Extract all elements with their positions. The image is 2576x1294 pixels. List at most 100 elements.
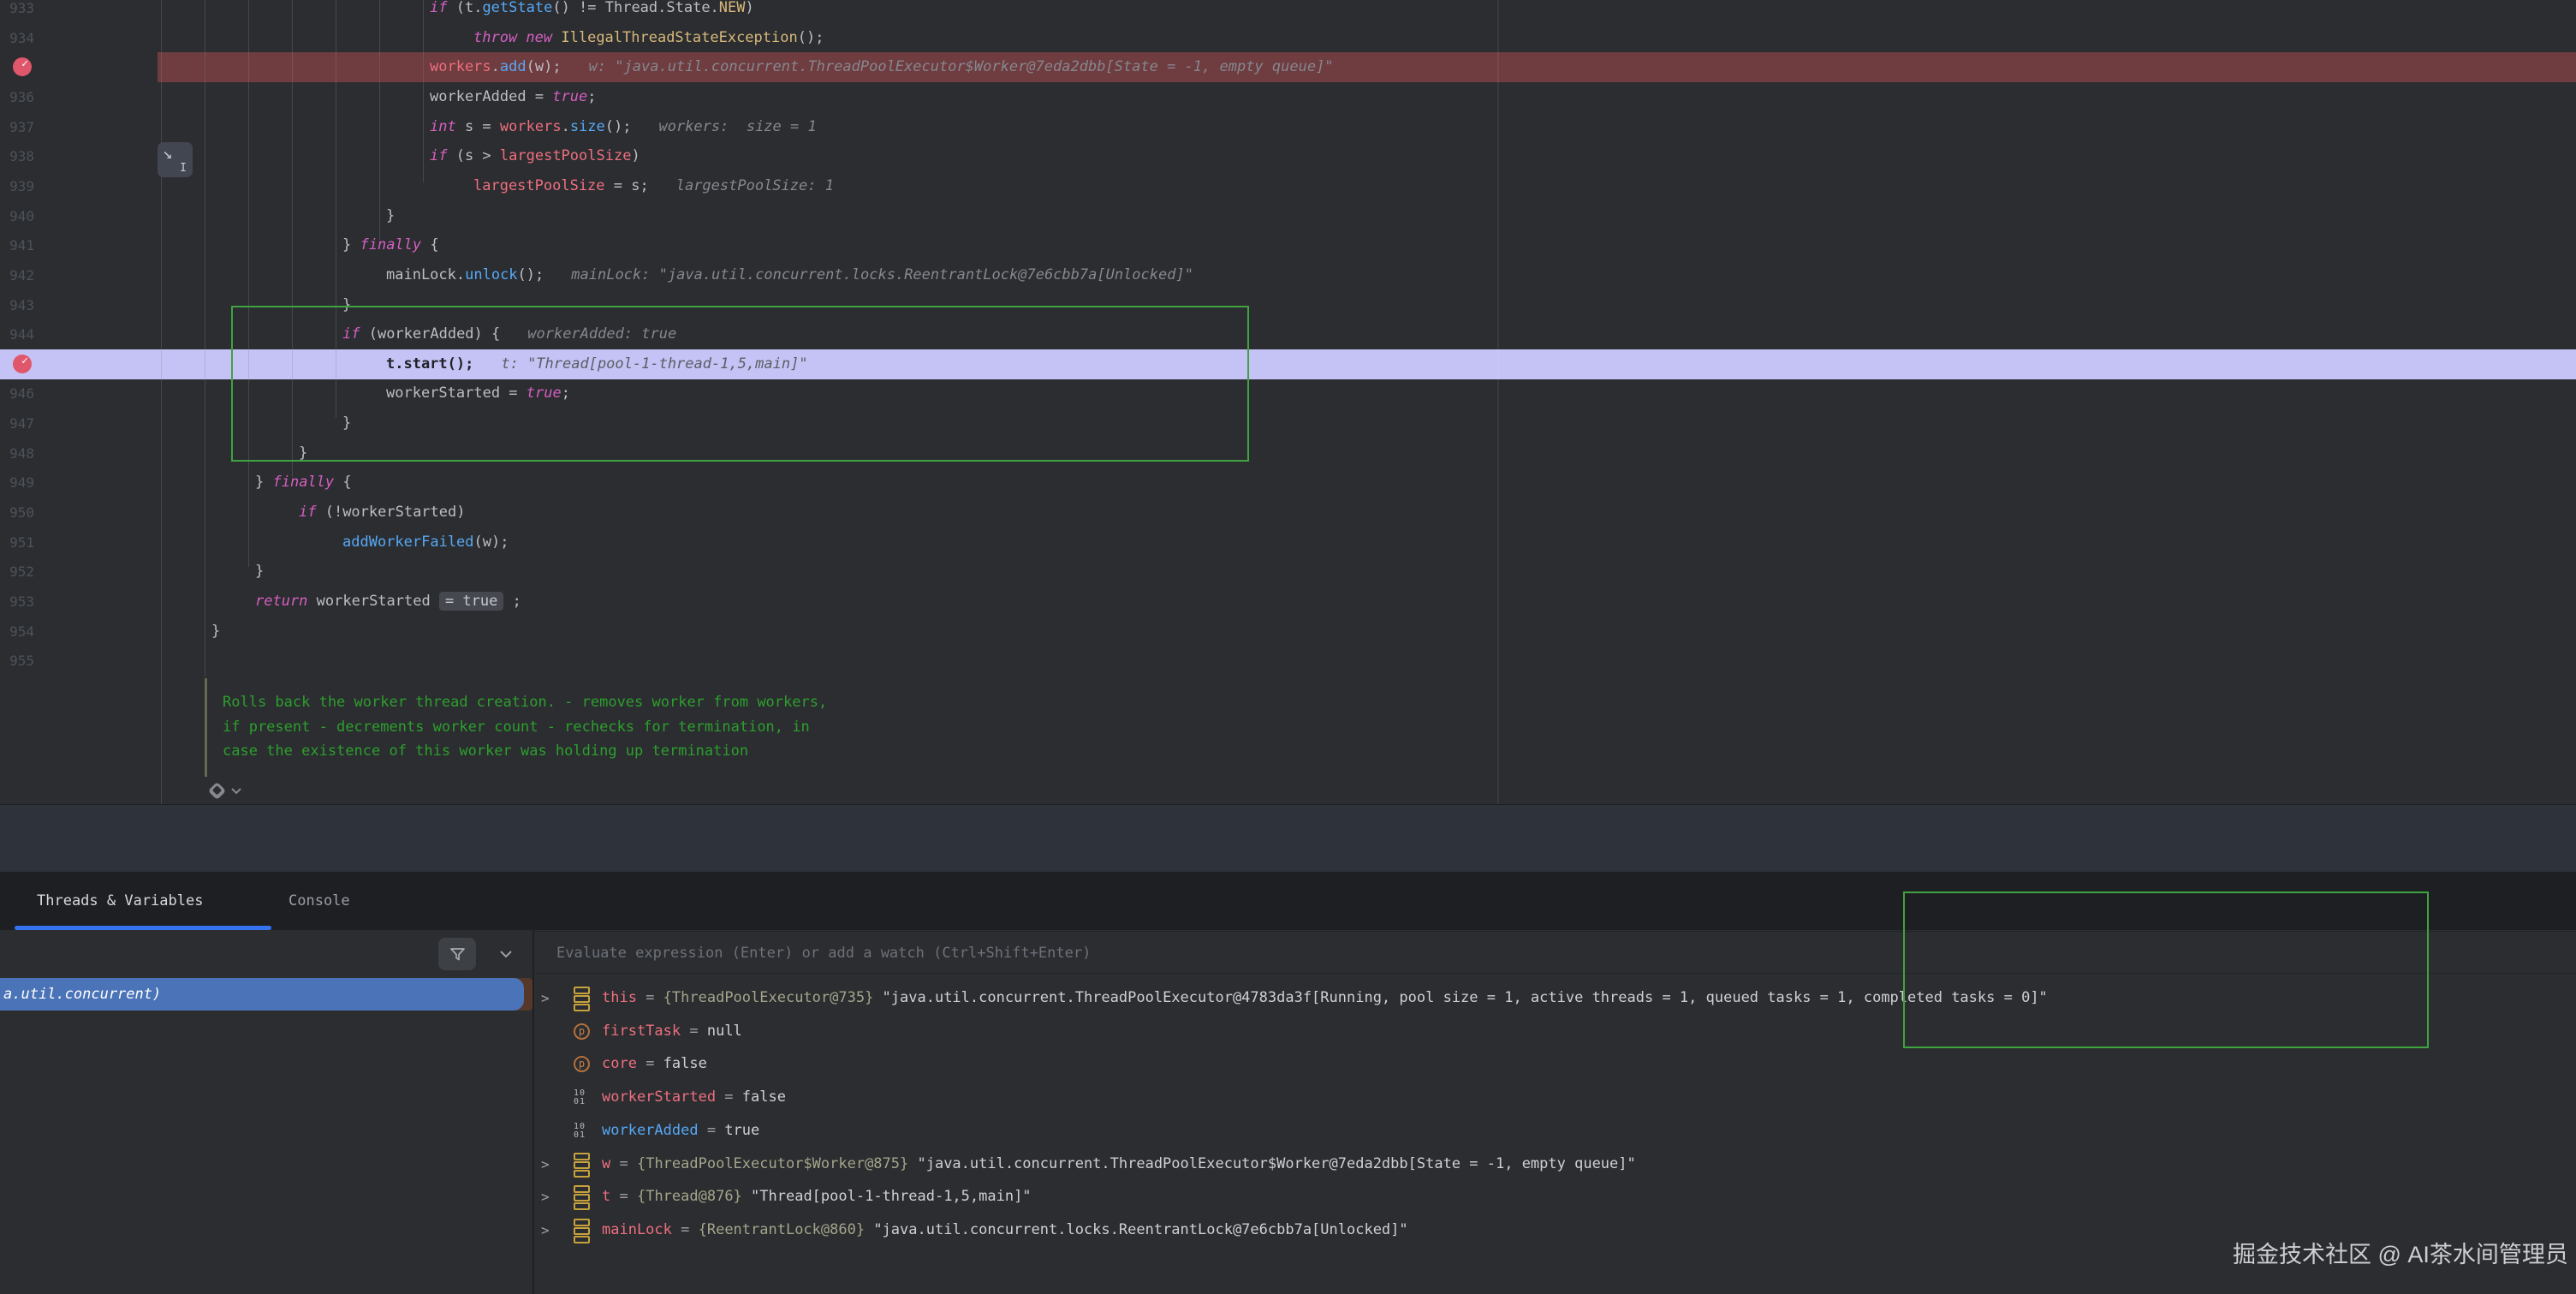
line-number[interactable]: 954: [0, 617, 34, 647]
inline-debugger-hint: mainLock: "java.util.concurrent.locks.Re…: [571, 266, 1193, 283]
code-token: getState: [482, 0, 552, 16]
line-number[interactable]: 934: [0, 23, 34, 53]
chevron-down-icon[interactable]: [499, 949, 513, 959]
code-line-933[interactable]: 933 if (t.getState() != Thread.State.NEW): [0, 0, 2576, 23]
watermark-text: 掘金技术社区 @ AI茶水间管理员: [2233, 1236, 2549, 1269]
code-text[interactable]: addWorkerFailed(w);: [342, 528, 509, 558]
code-token: ;: [503, 593, 521, 610]
expand-chevron-icon[interactable]: >: [541, 1148, 550, 1181]
variable-row-t[interactable]: >t = {Thread@876} "Thread[pool-1-thread-…: [532, 1180, 2576, 1213]
breakpoint-icon[interactable]: ✓: [13, 355, 32, 373]
expand-chevron-icon[interactable]: >: [541, 1213, 550, 1247]
breakpoint-icon[interactable]: ✓: [13, 57, 32, 76]
line-number[interactable]: 943: [0, 290, 34, 320]
code-token: () != Thread.State.: [552, 0, 718, 16]
variable-name: firstTask: [602, 1023, 681, 1040]
line-number[interactable]: 936: [0, 82, 34, 112]
code-line-942[interactable]: 942 mainLock.unlock();mainLock: "java.uti…: [0, 260, 2576, 290]
object-variable-icon: [574, 1219, 590, 1243]
line-number[interactable]: 937: [0, 112, 34, 142]
code-line-955[interactable]: 955: [0, 646, 2576, 676]
code-token: = s;: [605, 177, 649, 194]
code-token: ): [631, 147, 640, 164]
code-text[interactable]: int s = workers.size();workers: size = 1: [430, 112, 817, 142]
variable-row-workerAdded[interactable]: 1001workerAdded = true: [532, 1114, 2576, 1148]
tab-console[interactable]: Console: [289, 872, 350, 930]
code-text[interactable]: workers.add(w);w: "java.util.concurrent.…: [430, 52, 1334, 82]
tab-threads-and-variables[interactable]: Threads & Variables: [37, 872, 203, 930]
funnel-icon: [449, 945, 467, 963]
right-margin-guide: [1497, 0, 1499, 804]
code-line-951[interactable]: 951 addWorkerFailed(w);: [0, 528, 2576, 558]
code-line-953[interactable]: 953 return workerStarted = true ;: [0, 587, 2576, 617]
code-token: {: [421, 236, 438, 253]
variable-value: null: [707, 1023, 742, 1040]
code-text[interactable]: mainLock.unlock();mainLock: "java.util.c…: [386, 260, 1193, 290]
line-number[interactable]: 939: [0, 171, 34, 201]
equals-sign: =: [610, 1155, 637, 1172]
line-number[interactable]: 942: [0, 260, 34, 290]
code-token: }: [255, 474, 272, 491]
code-line-949[interactable]: 949 } finally {: [0, 468, 2576, 498]
code-line-950[interactable]: 950 if (!workerStarted): [0, 498, 2576, 528]
code-text[interactable]: } finally {: [342, 230, 439, 260]
code-line-954[interactable]: 954}: [0, 617, 2576, 647]
jump-to-cursor-icon[interactable]: ↘I: [158, 142, 193, 177]
line-number[interactable]: 944: [0, 319, 34, 349]
code-line-936[interactable]: 936 workerAdded = true;: [0, 82, 2576, 112]
equals-sign: =: [637, 1055, 663, 1072]
code-text[interactable]: return workerStarted = true ;: [255, 587, 521, 617]
code-line-938[interactable]: 938 if (s > largestPoolSize): [0, 141, 2576, 171]
code-text[interactable]: }: [255, 557, 264, 587]
code-line-937[interactable]: 937 int s = workers.size();workers: size …: [0, 112, 2576, 142]
variable-row-workerStarted[interactable]: 1001workerStarted = false: [532, 1081, 2576, 1114]
code-text[interactable]: workerAdded = true;: [430, 82, 597, 112]
code-text[interactable]: } finally {: [255, 468, 352, 498]
variable-name: mainLock: [602, 1221, 672, 1238]
line-number[interactable]: 949: [0, 468, 34, 498]
line-number[interactable]: 951: [0, 528, 34, 558]
code-token: (s >: [456, 147, 500, 164]
selected-stack-frame[interactable]: a.util.concurrent): [0, 978, 524, 1011]
indent-guide: [423, 0, 424, 182]
code-line-940[interactable]: 940}: [0, 201, 2576, 231]
variable-text: firstTask = null: [602, 1015, 742, 1048]
inline-debugger-hint: largestPoolSize: 1: [676, 177, 834, 194]
line-number[interactable]: 955: [0, 646, 34, 676]
code-line-935[interactable]: workers.add(w);w: "java.util.concurrent.…: [0, 52, 2576, 82]
code-text[interactable]: throw new IllegalThreadStateException();: [473, 23, 824, 53]
indent-guide: [248, 0, 249, 567]
line-number[interactable]: 940: [0, 201, 34, 231]
code-text[interactable]: largestPoolSize = s;largestPoolSize: 1: [473, 171, 834, 201]
line-number[interactable]: 950: [0, 498, 34, 528]
line-number[interactable]: 938: [0, 141, 34, 171]
code-token: s =: [465, 118, 500, 135]
code-text[interactable]: }: [386, 201, 395, 231]
line-number[interactable]: 953: [0, 587, 34, 617]
code-token: (t.: [456, 0, 483, 16]
code-line-939[interactable]: 939largestPoolSize = s;largestPoolSize: …: [0, 171, 2576, 201]
code-text[interactable]: if (!workerStarted): [299, 498, 465, 528]
code-line-941[interactable]: 941 } finally {: [0, 230, 2576, 260]
code-text[interactable]: }: [211, 617, 220, 647]
code-line-952[interactable]: 952}: [0, 557, 2576, 587]
code-text[interactable]: if (t.getState() != Thread.State.NEW): [430, 0, 754, 23]
line-number[interactable]: 948: [0, 438, 34, 468]
code-text[interactable]: if (s > largestPoolSize): [430, 141, 640, 171]
line-number[interactable]: 952: [0, 557, 34, 587]
line-number[interactable]: 946: [0, 379, 34, 408]
line-number[interactable]: 933: [0, 0, 34, 23]
line-number[interactable]: 947: [0, 408, 34, 438]
line-number[interactable]: 941: [0, 230, 34, 260]
thread-filter-button[interactable]: [438, 938, 476, 970]
chevron-down-icon[interactable]: [230, 787, 242, 796]
variable-row-w[interactable]: >w = {ThreadPoolExecutor$Worker@875} "ja…: [532, 1148, 2576, 1181]
variable-row-core[interactable]: pcore = false: [532, 1047, 2576, 1081]
expand-chevron-icon[interactable]: >: [541, 1180, 550, 1213]
code-line-934[interactable]: 934 throw new IllegalThreadStateException…: [0, 23, 2576, 53]
code-token: .: [562, 118, 570, 135]
code-token: IllegalThreadStateException: [561, 29, 797, 46]
expand-chevron-icon[interactable]: >: [541, 981, 550, 1015]
render-doc-toggle-icon[interactable]: [208, 782, 226, 800]
code-token: }: [342, 236, 360, 253]
